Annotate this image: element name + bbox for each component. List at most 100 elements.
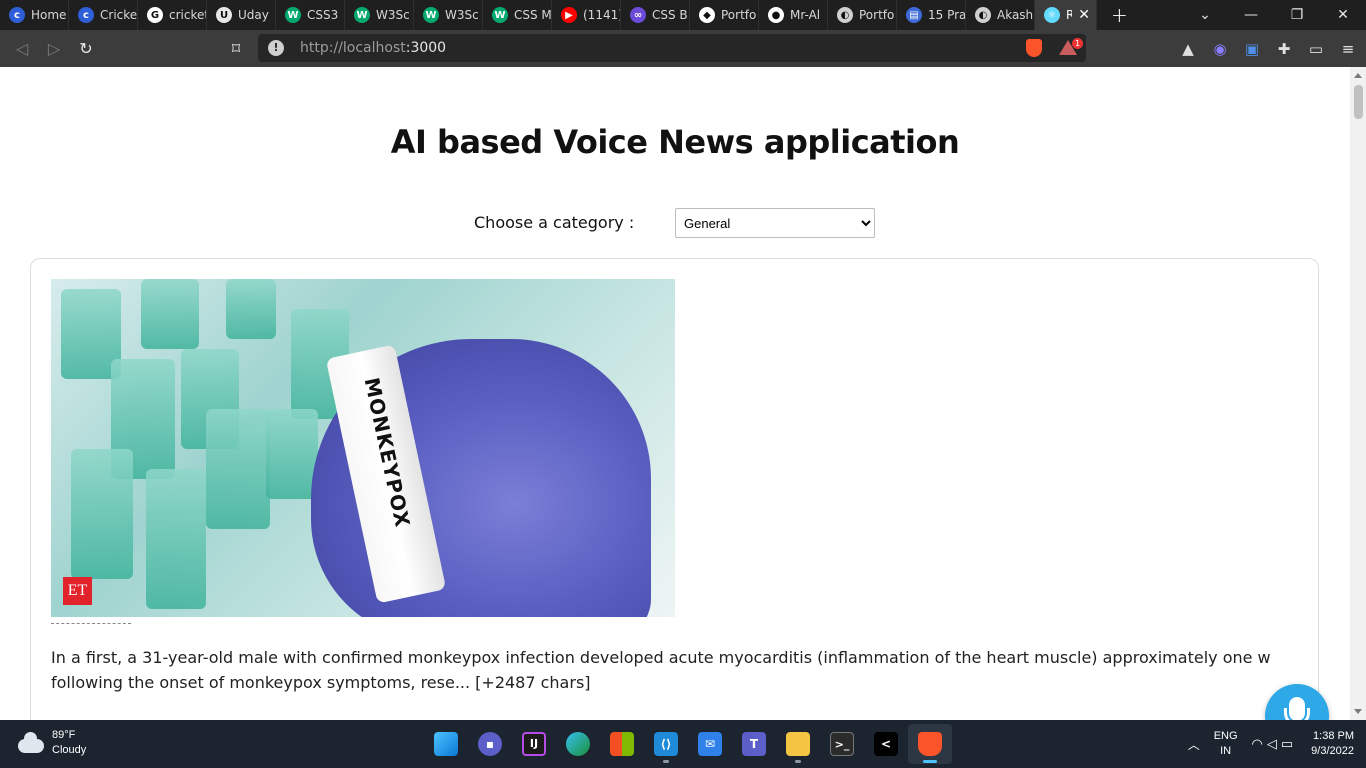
tab-favicon-icon: ⚛ <box>1044 7 1060 23</box>
tab-favicon-icon: W <box>285 7 301 23</box>
scroll-down-icon[interactable] <box>1354 709 1362 714</box>
extension-icon[interactable]: ◉ <box>1212 40 1228 58</box>
page-title: AI based Voice News application <box>390 123 960 161</box>
window-controls: ⌄ — ❐ ✕ <box>1182 0 1366 30</box>
teams-icon: T <box>742 732 766 756</box>
browser-tab[interactable]: W CSS3 <box>276 0 345 30</box>
tab-favicon-icon: ◐ <box>837 7 853 23</box>
tab-title: CSS M <box>514 8 551 22</box>
page-scrollbar[interactable] <box>1350 67 1366 720</box>
browser-toolbar: ◁ ▷ ↻ ⌑ ! http://localhost:3000 <box>0 30 1366 67</box>
tab-favicon-icon: W <box>354 7 370 23</box>
close-window-button[interactable]: ✕ <box>1320 7 1366 23</box>
windows-taskbar: 89°F Cloudy ▪ IJ ⟨⟩ ✉ T >_ < ︿ ENG IN ◠◁… <box>0 720 1366 768</box>
folder-icon <box>786 732 810 756</box>
browser-tab[interactable]: ◐ Portfo <box>828 0 897 30</box>
tab-favicon-icon: ▶ <box>561 7 577 23</box>
wallet-icon[interactable]: ▭ <box>1308 40 1324 58</box>
tab-favicon-icon: c <box>9 7 25 23</box>
tab-title: 15 Pra <box>928 8 965 22</box>
close-tab-icon[interactable]: ✕ <box>1078 7 1090 23</box>
taskbar-apps: ▪ IJ ⟨⟩ ✉ T >_ < <box>424 724 952 764</box>
system-tray: ︿ ENG IN ◠◁▭ 1:38 PM 9/3/2022 <box>1188 720 1354 768</box>
mail-icon: ✉ <box>698 732 722 756</box>
forward-icon[interactable]: ▷ <box>38 39 70 58</box>
minimize-button[interactable]: — <box>1228 7 1274 23</box>
reload-icon[interactable]: ↻ <box>70 39 102 58</box>
restore-button[interactable]: ❐ <box>1274 7 1320 23</box>
windows-icon <box>434 732 458 756</box>
tab-title: CSS B <box>652 8 688 22</box>
start-button[interactable] <box>424 724 468 764</box>
tab-title: (1141) <box>583 8 620 22</box>
taskbar-teams[interactable]: T <box>732 724 776 764</box>
toolbar-extensions: ▲ ◉ ▣ ✚ ▭ ≡ <box>1180 30 1356 67</box>
brave-shields-icon[interactable] <box>1026 39 1042 57</box>
taskbar-vscode[interactable]: ⟨⟩ <box>644 724 688 764</box>
browser-tab[interactable]: ◆ Portfo <box>690 0 759 30</box>
brave-icon <box>918 732 942 756</box>
category-label: Choose a category : <box>474 213 635 232</box>
weather-widget[interactable]: 89°F Cloudy <box>18 728 86 758</box>
browser-tab[interactable]: c Home <box>0 0 69 30</box>
browser-tab[interactable]: U Uday <box>207 0 276 30</box>
tab-favicon-icon: ◆ <box>699 7 715 23</box>
edge-icon <box>566 732 590 756</box>
taskbar-intellij[interactable]: IJ <box>512 724 556 764</box>
network-volume-battery-icons[interactable]: ◠◁▭ <box>1252 736 1298 752</box>
scroll-up-icon[interactable] <box>1354 73 1362 78</box>
browser-tab[interactable]: ▤ 15 Pra <box>897 0 966 30</box>
vscode-icon: ⟨⟩ <box>654 732 678 756</box>
taskbar-store[interactable] <box>600 724 644 764</box>
tab-title: W3Sc <box>445 8 479 22</box>
browser-tab[interactable]: W W3Sc <box>345 0 414 30</box>
tab-favicon-icon: ● <box>768 7 784 23</box>
tab-title: Re <box>1066 8 1072 22</box>
menu-icon[interactable]: ≡ <box>1340 40 1356 58</box>
browser-tab[interactable]: W CSS M <box>483 0 552 30</box>
browser-tab[interactable]: ▶ (1141) <box>552 0 621 30</box>
browser-tab[interactable]: Gcricket <box>138 0 207 30</box>
browser-tab[interactable]: ⚛ Re ✕ <box>1035 0 1097 30</box>
tab-favicon-icon: ∞ <box>630 7 646 23</box>
capcut-icon: < <box>874 732 898 756</box>
browser-tab[interactable]: ● Mr-Al <box>759 0 828 30</box>
browser-tab[interactable]: ◐ Akash <box>966 0 1035 30</box>
language-indicator[interactable]: ENG IN <box>1214 729 1238 759</box>
taskbar-mail[interactable]: ✉ <box>688 724 732 764</box>
sync-icon[interactable]: ▣ <box>1244 40 1260 58</box>
browser-tab[interactable]: c Cricke <box>69 0 138 30</box>
new-tab-button[interactable]: + <box>1111 3 1128 27</box>
tray-overflow-icon[interactable]: ︿ <box>1188 736 1200 753</box>
tab-title: Portfo <box>859 8 895 22</box>
source-logo: ET <box>63 577 92 605</box>
taskbar-capcut[interactable]: < <box>864 724 908 764</box>
tab-title: Cricke <box>100 8 137 22</box>
taskbar-explorer[interactable] <box>776 724 820 764</box>
news-image[interactable]: MONKEYPOX ET <box>51 279 675 617</box>
bookmark-icon[interactable]: ⌑ <box>220 39 252 58</box>
taskbar-brave[interactable] <box>908 724 952 764</box>
browser-tab[interactable]: ∞ CSS B <box>621 0 690 30</box>
extensions-icon[interactable]: ✚ <box>1276 40 1292 58</box>
address-bar[interactable]: ! http://localhost:3000 <box>258 34 1086 62</box>
vpn-icon[interactable]: ▲ <box>1180 40 1196 58</box>
scroll-thumb[interactable] <box>1354 85 1363 119</box>
taskbar-terminal[interactable]: >_ <box>820 724 864 764</box>
url-text[interactable]: http://localhost:3000 <box>300 40 446 56</box>
site-info-icon[interactable]: ! <box>268 40 284 56</box>
clock[interactable]: 1:38 PM 9/3/2022 <box>1311 729 1354 759</box>
category-select[interactable]: General <box>675 208 875 238</box>
taskbar-chat[interactable]: ▪ <box>468 724 512 764</box>
taskbar-edge[interactable] <box>556 724 600 764</box>
browser-tab[interactable]: W W3Sc <box>414 0 483 30</box>
back-icon[interactable]: ◁ <box>6 39 38 58</box>
intellij-icon: IJ <box>522 732 546 756</box>
tab-favicon-icon: ▤ <box>906 7 922 23</box>
tab-favicon-icon: ◐ <box>975 7 991 23</box>
tab-favicon-icon: U <box>216 7 232 23</box>
weather-temp: 89°F <box>52 729 76 741</box>
tab-search-icon[interactable]: ⌄ <box>1182 7 1228 23</box>
tab-title: W3Sc <box>376 8 410 22</box>
news-card[interactable]: MONKEYPOX ET In a first, a 31-year-old m… <box>30 258 1319 720</box>
